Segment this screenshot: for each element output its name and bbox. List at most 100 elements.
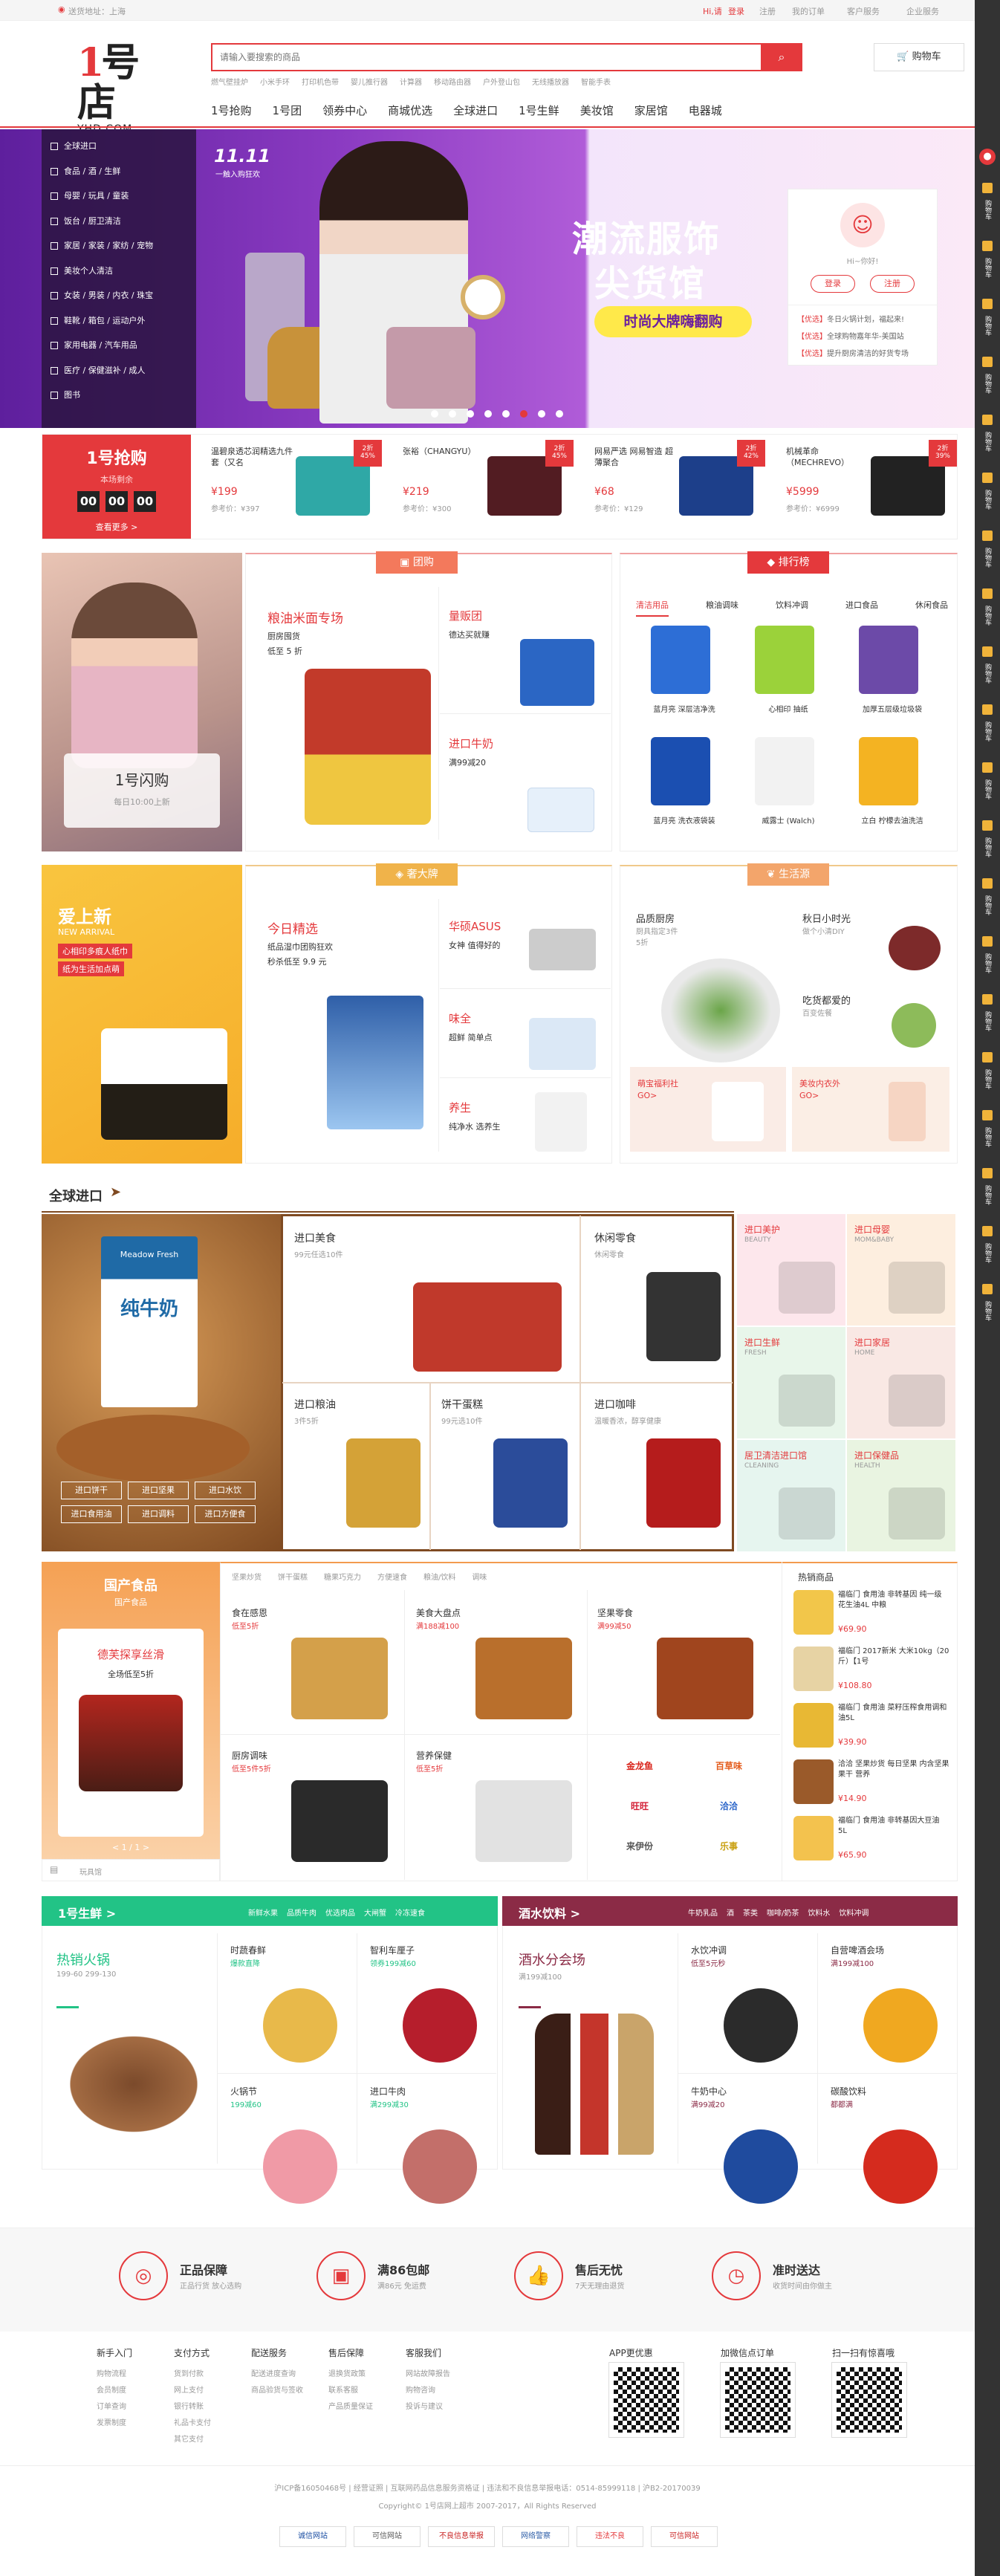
hot-search-link[interactable]: 婴儿推行器 (351, 76, 388, 87)
global-category-button[interactable]: 进口饼干 (61, 1482, 122, 1499)
global-category-button[interactable]: 进口调料 (128, 1505, 189, 1523)
flash-item[interactable]: 张裕（CHANGYU） ¥219 参考价：¥300 2折 45% (392, 438, 578, 535)
global-side-tile[interactable]: 进口保健品 HEALTH (847, 1440, 955, 1551)
nav-item[interactable]: 美妆馆 (580, 103, 614, 118)
nav-item[interactable]: 1号生鲜 (519, 103, 559, 118)
domestic-cell-title[interactable]: 营养保健 (416, 1749, 452, 1762)
drinks-cell-title[interactable]: 水饮冲调 (691, 1944, 727, 1956)
global-cell-title[interactable]: 进口粮油 (294, 1397, 336, 1412)
global-category-button[interactable]: 进口方便食 (195, 1505, 256, 1523)
domestic-pager[interactable]: < 1 / 1 > (42, 1843, 220, 1852)
rank-item-name[interactable]: 蓝月亮 深层洁净洗 (636, 703, 733, 714)
footer-link[interactable]: 其它支付 (174, 2433, 204, 2444)
fresh-cell-title[interactable]: 智利车厘子 (370, 1944, 415, 1956)
trust-badge[interactable]: 可信网站 (651, 2526, 718, 2547)
footer-link[interactable]: 网上支付 (174, 2384, 204, 2395)
footer-link[interactable]: 退换货政策 (328, 2367, 366, 2378)
sidebar-item[interactable]: 购物车 (975, 352, 1000, 404)
dot[interactable] (556, 410, 563, 418)
drinks-tab[interactable]: 酒 (727, 1907, 734, 1918)
sidebar-item[interactable]: 购物车 (975, 584, 1000, 636)
footer-link[interactable]: 银行转账 (174, 2400, 204, 2411)
fresh-cell-title[interactable]: 进口牛肉 (370, 2085, 406, 2098)
sidebar-item[interactable]: 购物车 (975, 642, 1000, 694)
dot[interactable] (538, 410, 545, 418)
flash-buy-image[interactable]: 1号闪购 每日10:00上新 (42, 553, 242, 851)
dot[interactable] (484, 410, 492, 418)
sidebar-item[interactable]: 购物车 (975, 874, 1000, 926)
fresh-tab[interactable]: 大闸蟹 (364, 1907, 386, 1918)
footer-link[interactable]: 购物流程 (97, 2367, 126, 2378)
global-cell-title[interactable]: 进口美食 (294, 1230, 336, 1245)
life-b[interactable]: 秋日小时光 做个小清DIY (802, 911, 851, 936)
trust-badge[interactable]: 网络警察 (502, 2526, 569, 2547)
userbox-register-button[interactable]: 注册 (870, 275, 915, 293)
global-category-button[interactable]: 进口食用油 (61, 1505, 122, 1523)
tuan-a-title[interactable]: 量贩团 (449, 608, 482, 623)
sidebar-item[interactable]: 购物车 (975, 526, 1000, 578)
dot[interactable] (449, 410, 456, 418)
qr-code[interactable] (720, 2362, 796, 2438)
hot-search-link[interactable]: 户外登山包 (483, 76, 520, 87)
footer-link[interactable]: 联系客服 (328, 2384, 358, 2395)
sidebar-user-icon[interactable]: ● (979, 149, 996, 165)
fresh-main-title[interactable]: 热销火锅 (56, 1950, 110, 1969)
domestic-cell-title[interactable]: 食在感恩 (232, 1606, 267, 1619)
fresh-cell-title[interactable]: 火锅节 (230, 2085, 257, 2098)
sidebar-item[interactable]: 购物车 (975, 1048, 1000, 1100)
life-tab[interactable]: ❦ 生活源 (747, 863, 829, 886)
sidebar-item[interactable]: 购物车 (975, 816, 1000, 868)
drinks-tab[interactable]: 牛奶乳品 (688, 1907, 718, 1918)
today-title[interactable]: 今日精选 (267, 918, 318, 937)
brand-c-title[interactable]: 养生 (449, 1100, 471, 1115)
domestic-cell-title[interactable]: 厨房调味 (232, 1749, 267, 1762)
sidebar-item[interactable]: 购物车 (975, 700, 1000, 752)
brand-logo[interactable]: 来伊份 (599, 1840, 681, 1852)
fresh-tab[interactable]: 优选肉品 (325, 1907, 355, 1918)
footer-link[interactable]: 网站故障报告 (406, 2367, 450, 2378)
category-item[interactable]: 美妆个人清洁 (42, 260, 196, 282)
nav-item[interactable]: 全球进口 (453, 103, 498, 118)
hot-search-link[interactable]: 智能手表 (581, 76, 611, 87)
footer-link[interactable]: 产品质量保证 (328, 2400, 373, 2411)
category-item[interactable]: 女装 / 男装 / 内衣 / 珠宝 (42, 285, 196, 307)
nav-item[interactable]: 1号团 (273, 103, 302, 118)
trust-badge[interactable]: 违法不良 (577, 2526, 643, 2547)
rank-tab-item[interactable]: 粮油调味 (706, 599, 738, 617)
sidebar-item[interactable]: 购物车 (975, 468, 1000, 520)
sidebar-item[interactable]: 购物车 (975, 294, 1000, 346)
drinks-tab[interactable]: 饮料水 (808, 1907, 830, 1918)
hot-search-link[interactable]: 移动路由器 (434, 76, 471, 87)
dot[interactable] (467, 410, 474, 418)
footer-link[interactable]: 会员制度 (97, 2384, 126, 2395)
global-category-button[interactable]: 进口水饮 (195, 1482, 256, 1499)
global-side-tile[interactable]: 进口家居 HOME (847, 1327, 955, 1438)
new-arrival-panel[interactable]: 爱上新 NEW ARRIVAL 心相印多痕人纸巾 纸为生活加点萌 (42, 865, 242, 1164)
brand-b-title[interactable]: 味全 (449, 1010, 471, 1026)
global-side-tile[interactable]: 居卫清洁进口馆 CLEANING (737, 1440, 845, 1551)
logo[interactable]: 1号店 YHD.COM (77, 43, 159, 136)
brand-logo[interactable]: 金龙鱼 (599, 1759, 681, 1772)
category-item[interactable]: 家居 / 家装 / 家纺 / 宠物 (42, 235, 196, 257)
rank-tab[interactable]: ◆ 排行榜 (747, 551, 829, 574)
brand-a-title[interactable]: 华硕ASUS (449, 918, 501, 934)
customer-service-link[interactable]: 客户服务 (847, 5, 880, 17)
drinks-main-title[interactable]: 酒水分会场 (519, 1950, 585, 1969)
tuan-b-title[interactable]: 进口牛奶 (449, 736, 493, 751)
domestic-tab[interactable]: 饼干蛋糕 (278, 1571, 308, 1582)
sidebar-item[interactable]: 购物车 (975, 1164, 1000, 1216)
sidebar-item[interactable]: 购物车 (975, 1279, 1000, 1331)
domestic-tab[interactable]: 调味 (472, 1571, 487, 1582)
search-input[interactable] (212, 45, 755, 70)
drinks-cell-title[interactable]: 自营啤酒会场 (831, 1944, 884, 1956)
global-side-tile[interactable]: 进口美护 BEAUTY (737, 1214, 845, 1326)
cart-button[interactable]: 🛒 购物车 (874, 43, 964, 71)
global-cell-title[interactable]: 休闲零食 (594, 1230, 636, 1245)
footer-link[interactable]: 投诉与建议 (406, 2400, 443, 2411)
rank-item-name[interactable]: 加厚五层级垃圾袋 (844, 703, 941, 714)
news-item[interactable]: 【优选】全球购物嘉年华-美国站 (797, 330, 928, 341)
dot[interactable] (502, 410, 510, 418)
drinks-tab[interactable]: 茶类 (743, 1907, 758, 1918)
footer-link[interactable]: 配送进度查询 (251, 2367, 296, 2378)
life-d[interactable]: 萌宝福利社 GO> (630, 1067, 786, 1152)
